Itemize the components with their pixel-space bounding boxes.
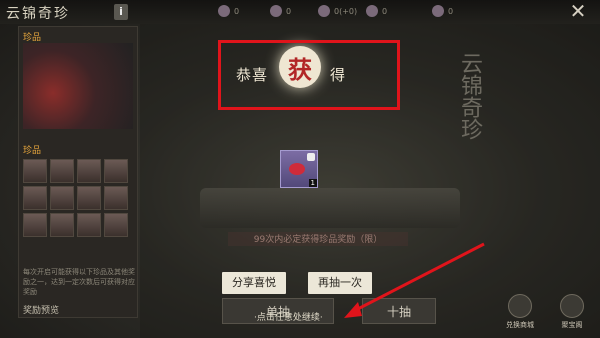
annotation-arrow xyxy=(344,242,485,318)
